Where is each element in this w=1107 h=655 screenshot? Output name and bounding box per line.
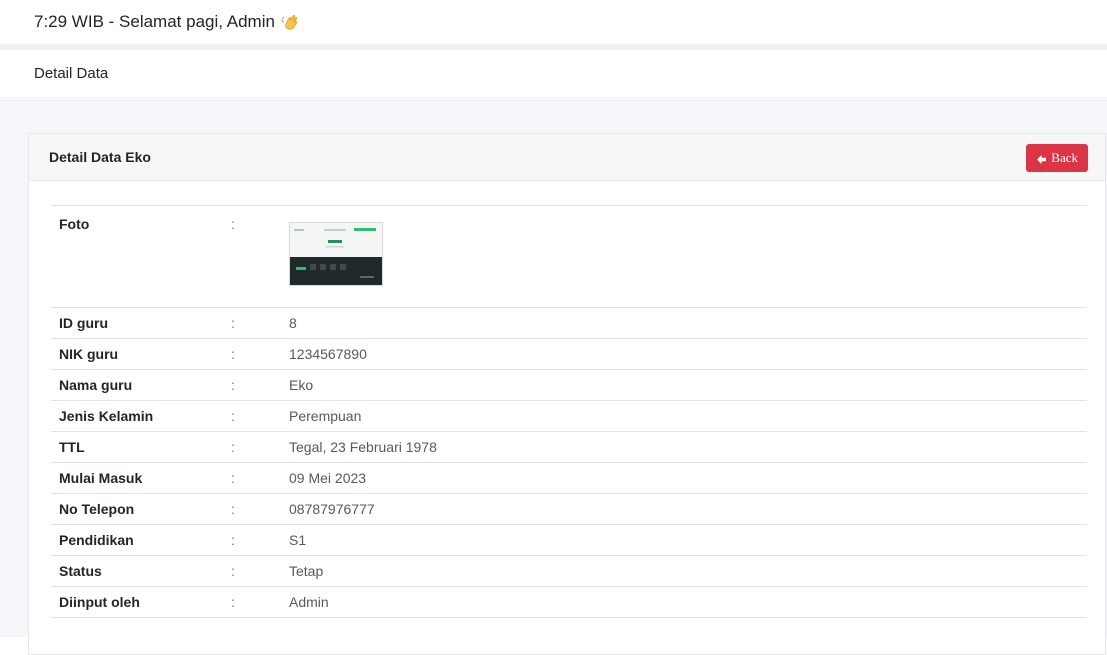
row-value: Eko xyxy=(289,377,314,393)
table-row: TTL : Tegal, 23 Februari 1978 xyxy=(51,431,1087,463)
row-separator: : xyxy=(231,216,235,232)
row-separator: : xyxy=(231,315,235,331)
row-label: Foto xyxy=(59,216,90,232)
content-area: Detail Data Eko Back Foto : ID guru: 8 … xyxy=(0,97,1107,655)
table-row: NIK guru : 1234567890 xyxy=(51,338,1087,370)
row-value: Perempuan xyxy=(289,408,362,424)
table-row: Diinput oleh : Admin xyxy=(51,586,1087,618)
row-label: Diinput oleh xyxy=(59,594,140,610)
table-row: Mulai Masuk : 09 Mei 2023 xyxy=(51,462,1087,494)
greeting-text: 7:29 WIB - Selamat pagi, Admin xyxy=(34,12,275,31)
row-label: No Telepon xyxy=(59,501,135,517)
table-row: ID guru : 8 xyxy=(51,307,1087,339)
row-separator: : xyxy=(231,532,235,548)
row-separator: : xyxy=(231,346,235,362)
row-label: NIK guru xyxy=(59,346,119,362)
row-label: Status xyxy=(59,563,102,579)
teacher-photo[interactable] xyxy=(289,222,383,286)
row-label: Mulai Masuk xyxy=(59,470,143,486)
row-separator: : xyxy=(231,470,235,486)
row-value: Admin xyxy=(289,594,329,610)
table-row: Jenis Kelamin : Perempuan xyxy=(51,400,1087,432)
detail-card: Detail Data Eko Back Foto : ID guru: 8 … xyxy=(28,133,1106,655)
table-row: Status : Tetap xyxy=(51,555,1087,587)
row-value: Tegal, 23 Februari 1978 xyxy=(289,439,437,455)
row-value: 8 xyxy=(289,315,297,331)
row-separator: : xyxy=(231,377,235,393)
top-bar: 7:29 WIB - Selamat pagi, Admin xyxy=(0,0,1107,46)
row-separator: : xyxy=(231,439,235,455)
table-row-foto: Foto : xyxy=(51,205,1087,308)
table-row: No Telepon : 08787976777 xyxy=(51,493,1087,525)
back-button-label: Back xyxy=(1051,150,1078,165)
row-value: 1234567890 xyxy=(289,346,367,362)
row-separator: : xyxy=(231,408,235,424)
table-row: Pendidikan : S1 xyxy=(51,524,1087,556)
table-row: Nama guru : Eko xyxy=(51,369,1087,401)
row-separator: : xyxy=(231,594,235,610)
card-header: Detail Data Eko Back xyxy=(29,134,1105,181)
row-value: Tetap xyxy=(289,563,324,579)
row-value: S1 xyxy=(289,532,307,548)
row-label: ID guru xyxy=(59,315,108,331)
detail-table: Foto : ID guru: 8 NIK guru: 1234567890… xyxy=(51,205,1087,618)
arrow-left-icon xyxy=(1036,153,1047,164)
row-value: 09 Mei 2023 xyxy=(289,470,367,486)
back-button[interactable]: Back xyxy=(1026,144,1088,172)
greeting: 7:29 WIB - Selamat pagi, Admin xyxy=(34,12,301,32)
row-label: Jenis Kelamin xyxy=(59,408,154,424)
row-label: Nama guru xyxy=(59,377,133,393)
card-title: Detail Data Eko xyxy=(49,149,151,165)
row-separator: : xyxy=(231,563,235,579)
row-label: TTL xyxy=(59,439,85,455)
row-value: 08787976777 xyxy=(289,501,375,517)
page-title: Detail Data xyxy=(34,65,109,82)
row-separator: : xyxy=(231,501,235,517)
row-label: Pendidikan xyxy=(59,532,134,548)
waving-hand-icon xyxy=(281,12,301,32)
page-header: Detail Data xyxy=(0,50,1107,97)
row-value xyxy=(289,206,1087,308)
